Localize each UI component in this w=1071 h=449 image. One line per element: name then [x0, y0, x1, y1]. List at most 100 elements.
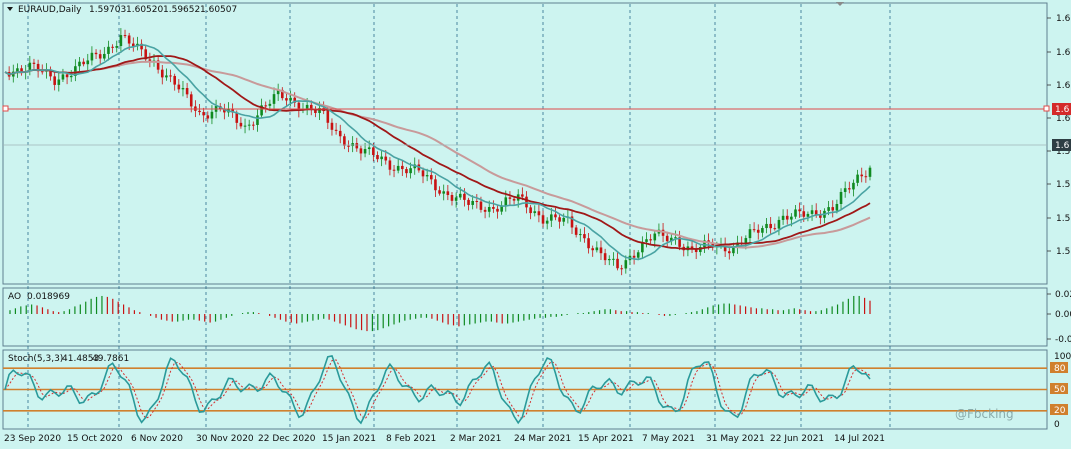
candle-body	[819, 215, 822, 218]
x-axis-label: 31 May 2021	[706, 434, 765, 444]
candle-body	[40, 71, 44, 73]
stoch-y-axis-label: 0	[1054, 420, 1060, 430]
candle-body	[810, 210, 814, 214]
candle-body	[607, 258, 611, 261]
candle-body	[843, 188, 847, 192]
candle-body	[94, 52, 98, 55]
candle-body	[496, 208, 499, 212]
chart-canvas[interactable]: 1.61.61.61.61.51.51.51.51.61.60.020.00-0…	[0, 0, 1071, 445]
candle-body	[463, 193, 466, 200]
candle-body	[831, 207, 835, 211]
candle-body	[785, 215, 789, 220]
candle-body	[57, 79, 61, 85]
candle-body	[53, 76, 56, 85]
x-axis-label: 22 Dec 2020	[258, 434, 316, 444]
candle-body	[405, 169, 408, 174]
candle-body	[665, 235, 669, 242]
symbol-label: EURAUD,Daily	[18, 5, 82, 15]
ohlc-open: 1.59703	[89, 5, 126, 15]
candle-body	[587, 238, 590, 249]
time-axis: 23 Sep 2020 15 Oct 2020 6 Nov 2020 30 Nov 2…	[4, 434, 885, 444]
candle-body	[450, 195, 454, 201]
candle-body	[864, 176, 868, 178]
candle-body	[748, 229, 752, 239]
candle-body	[189, 94, 193, 107]
candle-body	[272, 94, 276, 104]
candle-body	[69, 75, 73, 78]
candle-body	[612, 258, 615, 260]
x-axis-label: 14 Jul 2021	[834, 434, 885, 444]
candle-body	[111, 46, 114, 48]
chart-window[interactable]: 1.61.61.61.61.51.51.51.51.61.60.020.00-0…	[0, 0, 1071, 445]
candle-body	[487, 207, 491, 212]
candle-body	[252, 124, 255, 126]
candle-body	[562, 217, 566, 222]
candle-body	[359, 148, 363, 154]
candle-body	[127, 35, 131, 44]
candle-body	[529, 207, 532, 214]
current-price-badge-text: 1.6	[1055, 141, 1070, 151]
candle-body	[438, 190, 441, 194]
candle-body	[380, 156, 383, 160]
candle-body	[326, 111, 330, 123]
candle-body	[98, 54, 102, 59]
candle-body	[756, 229, 760, 233]
level-handle-right[interactable]	[1043, 105, 1050, 112]
candle-body	[541, 215, 545, 224]
watermark: @Fbcking	[955, 407, 1014, 421]
ao-y-axis-label: -0.0	[1055, 335, 1071, 345]
candle-body	[202, 112, 205, 116]
candle-body	[268, 103, 272, 106]
candle-body	[305, 104, 309, 109]
ao-y-axis-label: 0.02	[1055, 290, 1071, 300]
candle-body	[123, 35, 127, 37]
candle-body	[363, 149, 367, 154]
x-axis-label: 2 Mar 2021	[450, 434, 501, 444]
candle-body	[198, 110, 201, 113]
candle-body	[169, 75, 172, 77]
candle-body	[483, 209, 487, 212]
candle-body	[835, 203, 839, 211]
candle-body	[330, 122, 334, 130]
candle-body	[599, 247, 603, 254]
x-axis-label: 15 Oct 2020	[67, 434, 123, 444]
y-axis-label: 1.6	[1056, 48, 1071, 58]
candle-body	[868, 167, 872, 177]
candle-body	[521, 194, 524, 197]
candle-body	[653, 233, 657, 241]
x-axis-label: 15 Apr 2021	[578, 434, 634, 444]
candle-body	[347, 145, 350, 147]
candle-body	[752, 229, 756, 231]
x-axis-label: 6 Nov 2020	[131, 434, 183, 444]
level-handle-left[interactable]	[2, 105, 9, 112]
stoch-y-axis-label: 80	[1054, 364, 1066, 374]
candle-body	[848, 188, 851, 190]
x-axis-label: 7 May 2021	[642, 434, 695, 444]
candle-body	[761, 228, 764, 233]
x-axis-label: 22 Jun 2021	[770, 434, 824, 444]
candle-body	[173, 75, 176, 85]
ao-label: AO	[8, 292, 21, 302]
candle-body	[434, 179, 437, 191]
candle-body	[790, 216, 793, 220]
candle-body	[806, 213, 810, 217]
y-axis-label: 1.6	[1056, 14, 1071, 24]
ao-pane[interactable]	[2, 287, 1048, 347]
candle-body	[537, 211, 541, 216]
stoch-signal-value: 49.7861	[92, 354, 129, 364]
candle-body	[852, 182, 855, 190]
candle-body	[765, 223, 768, 229]
candle-body	[777, 219, 781, 229]
candle-body	[65, 74, 69, 78]
candle-body	[583, 234, 586, 239]
candle-body	[338, 130, 342, 137]
candle-body	[603, 253, 607, 261]
candle-body	[624, 260, 628, 269]
candle-body	[727, 251, 731, 254]
y-axis-label: 1.5	[1056, 214, 1070, 224]
candle-body	[558, 217, 561, 222]
candle-body	[512, 198, 516, 201]
candle-body	[620, 268, 623, 270]
main-pane[interactable]	[2, 2, 1048, 285]
candle-body	[148, 59, 152, 61]
